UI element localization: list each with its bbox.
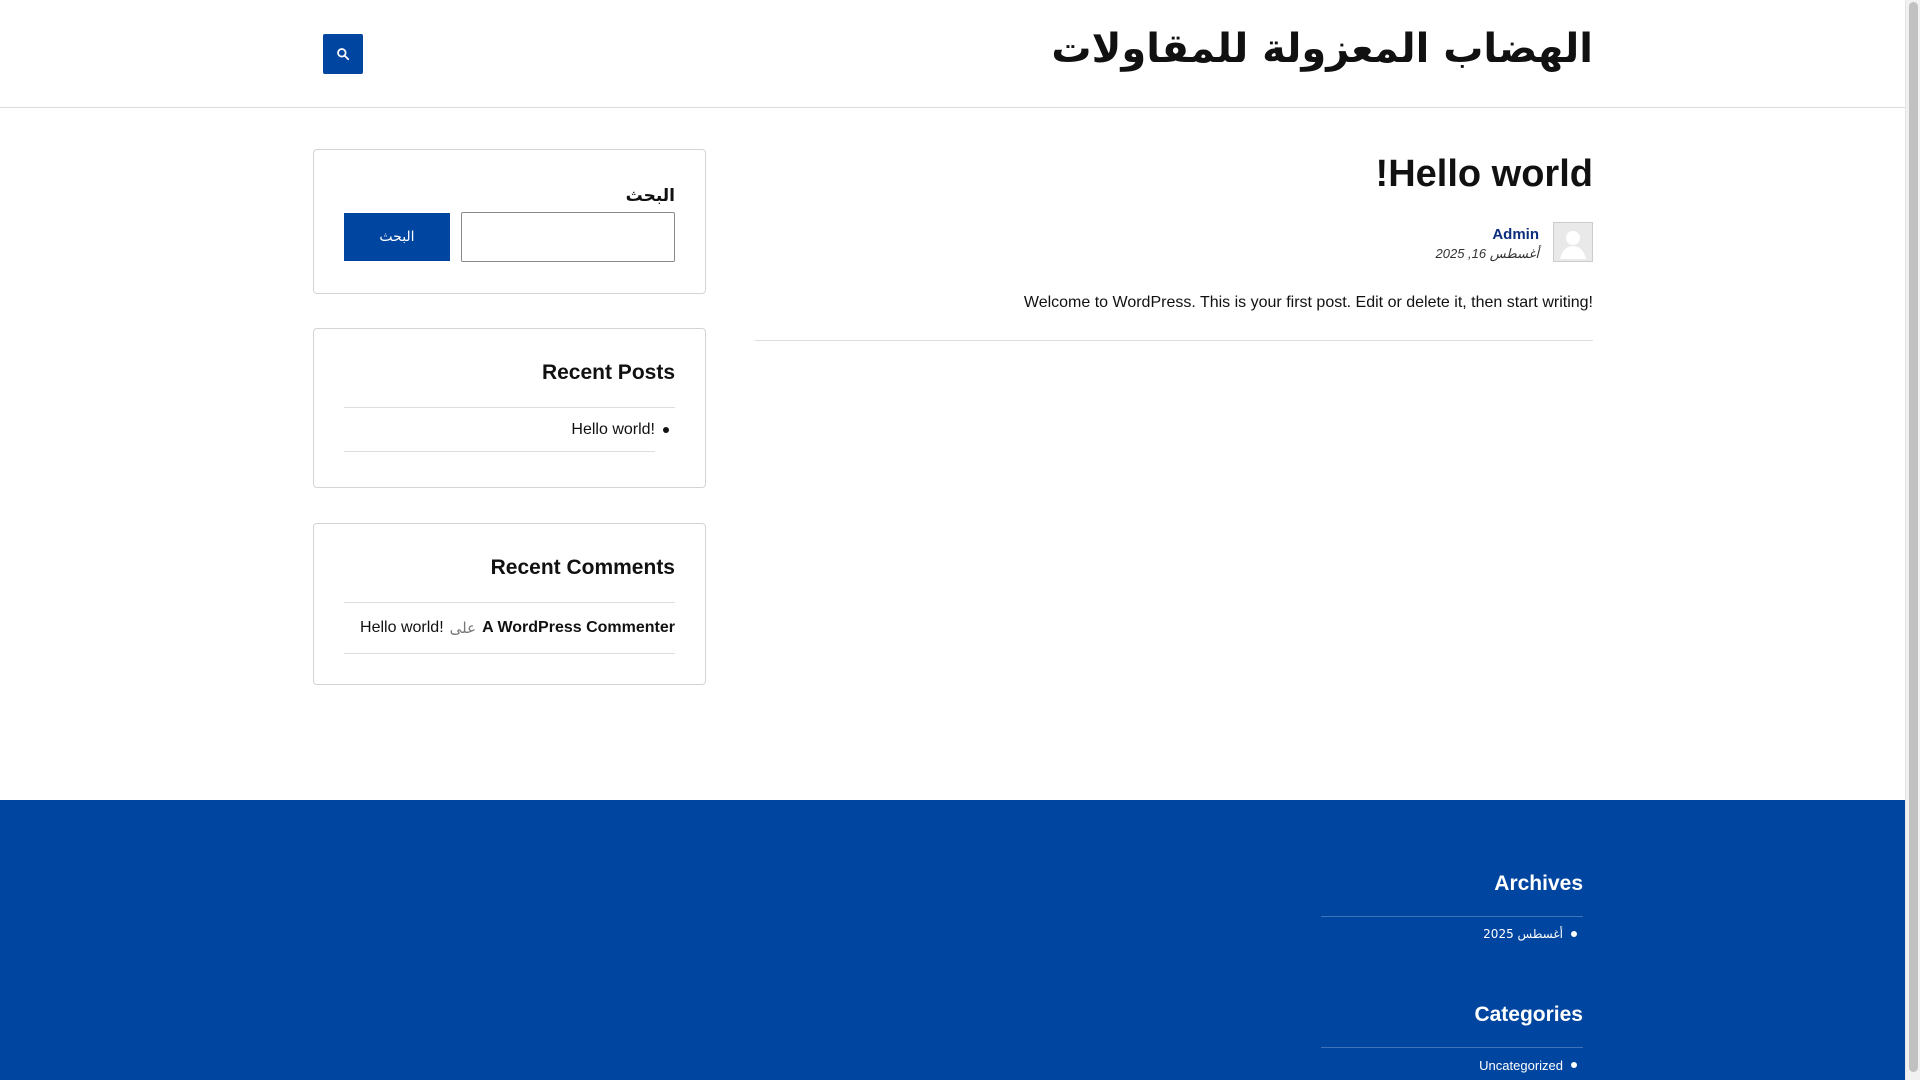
categories-widget: Categories Uncategorized bbox=[1321, 1003, 1583, 1080]
archive-link[interactable]: أغسطس 2025 bbox=[1483, 927, 1563, 941]
scrollbar-thumb[interactable] bbox=[1909, 2, 1918, 1072]
site-footer: Archives أغسطس 2025 Categories Uncategor… bbox=[0, 800, 1905, 1080]
search-submit-button[interactable]: البحث bbox=[344, 213, 450, 261]
post-excerpt: Welcome to WordPress. This is your first… bbox=[1023, 294, 1593, 311]
search-icon bbox=[337, 48, 350, 61]
search-input[interactable] bbox=[461, 212, 675, 262]
recent-posts-widget: Recent Posts Hello world! bbox=[313, 328, 706, 488]
post-divider bbox=[755, 340, 1593, 341]
site-header: الهضاب المعزولة للمقاولات bbox=[0, 0, 1905, 108]
recent-posts-list: Hello world! bbox=[344, 407, 675, 452]
search-widget-title: البحث bbox=[625, 186, 675, 206]
comment-on-label: على bbox=[449, 619, 477, 637]
recent-comments-title: Recent Comments bbox=[490, 556, 675, 579]
bullet-icon bbox=[1571, 1062, 1577, 1068]
list-item: Uncategorized bbox=[1321, 1048, 1577, 1080]
categories-list: Uncategorized bbox=[1321, 1047, 1583, 1080]
bullet-icon bbox=[663, 426, 669, 433]
post-author-link[interactable]: Admin bbox=[1492, 226, 1539, 243]
categories-title: Categories bbox=[1474, 1003, 1583, 1026]
site-title[interactable]: الهضاب المعزولة للمقاولات bbox=[1051, 26, 1593, 72]
list-item: Hello world! bbox=[344, 408, 669, 452]
recent-comments-list: A WordPress Commenter على Hello world! bbox=[344, 602, 675, 654]
user-avatar-icon bbox=[1556, 225, 1590, 259]
recent-comments-widget: Recent Comments A WordPress Commenter عل… bbox=[313, 523, 706, 685]
page-scrollbar[interactable] bbox=[1905, 0, 1920, 1080]
archives-title: Archives bbox=[1494, 872, 1583, 895]
category-link[interactable]: Uncategorized bbox=[1479, 1058, 1563, 1073]
recent-post-link[interactable]: Hello world! bbox=[571, 421, 655, 439]
page: الهضاب المعزولة للمقاولات Hello world! A… bbox=[0, 0, 1905, 1080]
search-widget: البحث البحث bbox=[313, 149, 706, 294]
post-title[interactable]: Hello world! bbox=[1376, 155, 1593, 193]
list-item: أغسطس 2025 bbox=[1321, 917, 1577, 951]
archives-list: أغسطس 2025 bbox=[1321, 916, 1583, 951]
recent-posts-title: Recent Posts bbox=[541, 361, 675, 384]
archives-widget: Archives أغسطس 2025 bbox=[1321, 872, 1583, 951]
comment-post-link[interactable]: Hello world! bbox=[360, 619, 444, 637]
search-toggle-button[interactable] bbox=[323, 34, 363, 74]
comment-author: A WordPress Commenter bbox=[482, 619, 675, 636]
list-item: A WordPress Commenter على Hello world! bbox=[344, 603, 675, 654]
post-date[interactable]: أغسطس 16, 2025 bbox=[1436, 246, 1539, 262]
bullet-icon bbox=[1571, 931, 1577, 937]
author-avatar[interactable] bbox=[1553, 222, 1593, 262]
